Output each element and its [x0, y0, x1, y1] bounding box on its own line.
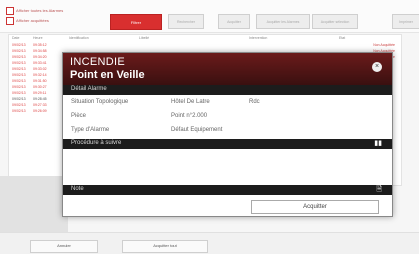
acknowledge-button[interactable]: Acquitter	[251, 200, 379, 214]
acknowledge-toolbar-button[interactable]: Acquitter	[218, 14, 250, 29]
state-text: Non Acquittée	[373, 43, 395, 47]
detail-row-room: Pièce Point n°2.000	[63, 111, 392, 122]
show-all-label: Afficher toutes les Alarmes	[16, 8, 64, 13]
location-label: Situation Topologique	[71, 99, 129, 105]
alarm-title: Point en Veille	[70, 69, 145, 81]
detail-row-location: Situation Topologique Hôtel De Latre Rdc	[63, 97, 392, 108]
column-header-time[interactable]: Heure	[33, 36, 43, 42]
procedure-section-header[interactable]: Procédure à suivre ▮▮	[63, 139, 392, 149]
alarm-type-label: Type d'Alarme	[71, 127, 110, 133]
location-building: Hôtel De Latre	[171, 99, 210, 105]
document-icon[interactable]: 🗎	[376, 186, 382, 194]
room-label: Pièce	[71, 113, 87, 119]
show-acknowledged-checkbox[interactable]	[6, 17, 14, 25]
room-value: Point n°2.000	[171, 113, 208, 119]
detail-section-header: Détail Alarme	[63, 85, 392, 95]
acknowledge-selection-button[interactable]: Acquitter sélection	[312, 14, 358, 29]
toolbar: Afficher toutes les Alarmes Afficher acq…	[0, 0, 419, 33]
alarm-detail-dialog: INCENDIE Point en Veille × Détail Alarme…	[62, 52, 393, 217]
column-header-state[interactable]: Etat	[339, 36, 345, 42]
filter-button[interactable]: Filtrer	[110, 14, 162, 30]
column-header-label[interactable]: Libellé	[139, 36, 149, 42]
note-section-label: Note	[71, 186, 84, 192]
alarm-type-value: Défaut Equipement	[171, 127, 223, 133]
cancel-button[interactable]: Annuler	[30, 240, 98, 253]
column-header-intervention[interactable]: Intervention	[249, 36, 267, 42]
column-header-date[interactable]: Date	[12, 36, 19, 42]
detail-row-alarm-type: Type d'Alarme Défaut Equipement	[63, 125, 392, 136]
table-row[interactable]: 09/02/13 09:26:09	[9, 109, 69, 115]
location-floor: Rdc	[249, 99, 260, 105]
side-panel	[0, 176, 68, 236]
book-icon[interactable]: ▮▮	[374, 140, 382, 148]
print-button[interactable]: Imprimer	[392, 14, 419, 29]
show-acknowledged-label: Afficher acquittées	[16, 18, 49, 23]
column-header-identification[interactable]: Identification	[69, 36, 89, 42]
procedure-section-label: Procédure à suivre	[71, 140, 122, 146]
dialog-header: INCENDIE Point en Veille ×	[63, 53, 392, 85]
detail-section-label: Détail Alarme	[71, 86, 107, 92]
search-button[interactable]: Rechercher	[168, 14, 204, 29]
acknowledge-alarms-button[interactable]: Acquitter les Alarmes	[256, 14, 310, 29]
note-section-header[interactable]: Note 🗎	[63, 185, 392, 195]
alarm-category: INCENDIE	[70, 56, 125, 68]
close-icon[interactable]: ×	[372, 62, 382, 72]
acknowledge-all-button[interactable]: Acquitter tout	[122, 240, 208, 253]
show-all-checkbox[interactable]	[6, 7, 14, 15]
